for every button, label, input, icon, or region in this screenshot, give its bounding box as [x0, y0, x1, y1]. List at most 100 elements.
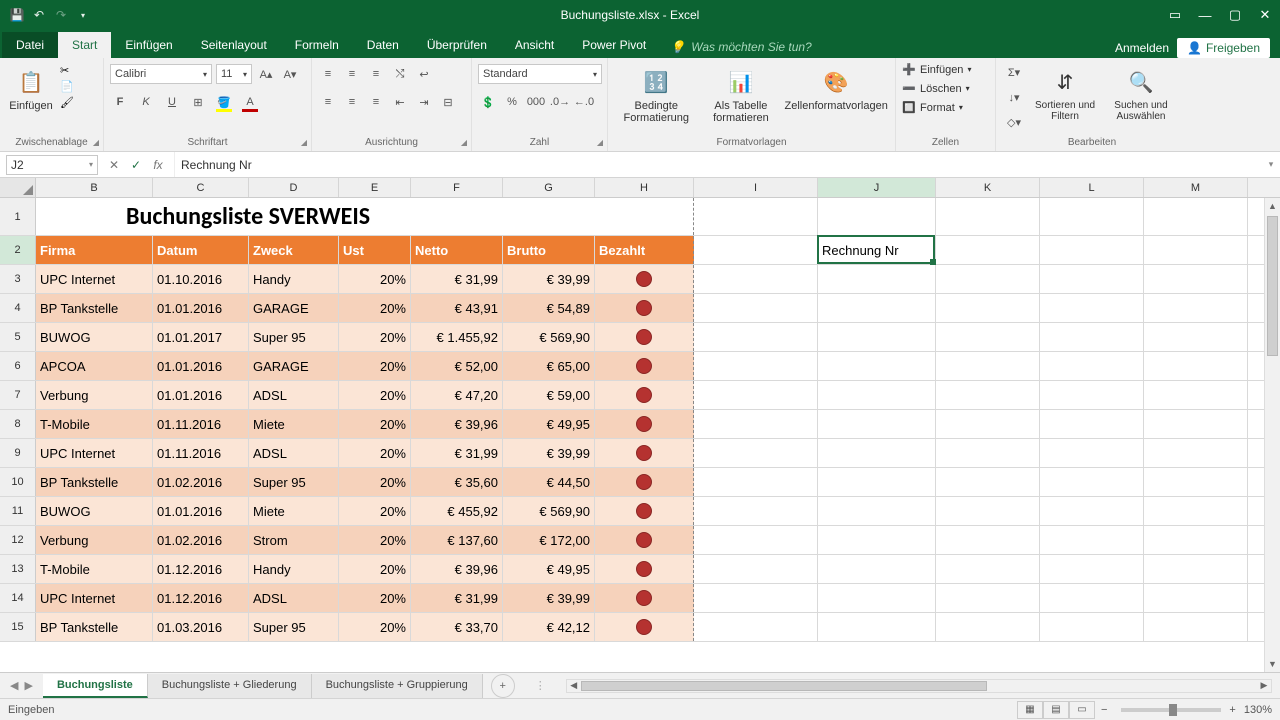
cell[interactable]: € 31,99 — [411, 584, 503, 612]
align-top-icon[interactable]: ≡ — [318, 64, 338, 84]
sort-filter-button[interactable]: ⇵ Sortieren und Filtern — [1030, 60, 1100, 122]
sheet-tab[interactable]: Buchungsliste + Gruppierung — [312, 674, 483, 698]
cell[interactable]: 20% — [339, 381, 411, 409]
cell[interactable]: BP Tankstelle — [36, 294, 153, 322]
cell[interactable]: € 137,60 — [411, 526, 503, 554]
cell[interactable]: € 39,96 — [411, 410, 503, 438]
cell[interactable]: € 43,91 — [411, 294, 503, 322]
dialog-launcher-icon[interactable]: ◢ — [301, 138, 307, 147]
row-header[interactable]: 1 — [0, 198, 36, 235]
merge-icon[interactable]: ⊟ — [438, 92, 458, 112]
scroll-up-icon[interactable]: ▲ — [1265, 198, 1280, 214]
increase-font-icon[interactable]: A▴ — [256, 64, 276, 84]
cell[interactable]: € 172,00 — [503, 526, 595, 554]
tab-ansicht[interactable]: Ansicht — [501, 32, 568, 58]
cell[interactable]: € 455,92 — [411, 497, 503, 525]
cell[interactable] — [595, 294, 694, 322]
col-header-G[interactable]: G — [503, 178, 595, 197]
cell[interactable]: 20% — [339, 613, 411, 641]
cell[interactable]: Handy — [249, 265, 339, 293]
cell[interactable] — [936, 198, 1040, 235]
cell[interactable] — [818, 526, 936, 554]
zoom-slider[interactable] — [1121, 708, 1221, 712]
cell[interactable]: 01.03.2016 — [153, 613, 249, 641]
cell[interactable] — [595, 439, 694, 467]
cell[interactable] — [818, 613, 936, 641]
cell[interactable] — [1040, 584, 1144, 612]
row-header[interactable]: 15 — [0, 613, 36, 641]
cell[interactable] — [936, 236, 1040, 264]
cell[interactable]: 20% — [339, 497, 411, 525]
tab-file[interactable]: Datei — [2, 32, 58, 58]
save-icon[interactable]: 💾 — [10, 8, 24, 22]
cell[interactable]: ADSL — [249, 439, 339, 467]
cell[interactable]: BUWOG — [36, 497, 153, 525]
cell[interactable]: UPC Internet — [36, 584, 153, 612]
cell[interactable] — [818, 265, 936, 293]
title-cell[interactable]: Buchungsliste SVERWEIS — [36, 198, 694, 235]
sheet-tab[interactable]: Buchungsliste — [43, 674, 148, 698]
cell[interactable]: UPC Internet — [36, 439, 153, 467]
conditional-format-button[interactable]: 🔢 Bedingte Formatierung — [614, 60, 699, 124]
cell[interactable]: 01.01.2016 — [153, 381, 249, 409]
col-header-F[interactable]: F — [411, 178, 503, 197]
cell[interactable] — [818, 323, 936, 351]
name-box[interactable]: J2▾ — [6, 155, 98, 175]
cell[interactable]: 01.12.2016 — [153, 555, 249, 583]
dialog-launcher-icon[interactable]: ◢ — [461, 138, 467, 147]
cell[interactable] — [818, 352, 936, 380]
cell[interactable] — [818, 294, 936, 322]
cell[interactable] — [936, 584, 1040, 612]
cell[interactable]: Netto — [411, 236, 503, 264]
col-header-I[interactable]: I — [694, 178, 818, 197]
comma-icon[interactable]: 000 — [526, 92, 546, 112]
cell[interactable]: T-Mobile — [36, 410, 153, 438]
cell[interactable] — [694, 555, 818, 583]
cell[interactable] — [1040, 555, 1144, 583]
cell[interactable] — [694, 265, 818, 293]
cell[interactable] — [936, 555, 1040, 583]
col-header-K[interactable]: K — [936, 178, 1040, 197]
cell[interactable] — [595, 613, 694, 641]
cell[interactable] — [936, 497, 1040, 525]
cell[interactable] — [1040, 468, 1144, 496]
font-name-combo[interactable]: Calibri▾ — [110, 64, 212, 84]
page-layout-button[interactable]: ▤ — [1043, 701, 1069, 719]
cell[interactable] — [694, 613, 818, 641]
percent-icon[interactable]: % — [502, 92, 522, 112]
minimize-button[interactable]: — — [1190, 0, 1220, 30]
cell[interactable] — [595, 555, 694, 583]
row-header[interactable]: 10 — [0, 468, 36, 496]
cell[interactable]: 01.12.2016 — [153, 584, 249, 612]
cell[interactable] — [936, 265, 1040, 293]
align-left-icon[interactable]: ≡ — [318, 92, 338, 112]
tell-me-search[interactable]: 💡 Was möchten Sie tun? — [660, 36, 821, 58]
cell[interactable]: € 35,60 — [411, 468, 503, 496]
tab-daten[interactable]: Daten — [353, 32, 413, 58]
copy-icon[interactable]: 📄 — [60, 80, 74, 93]
cell[interactable] — [818, 555, 936, 583]
cell[interactable] — [1040, 352, 1144, 380]
cell[interactable]: 01.01.2016 — [153, 497, 249, 525]
italic-button[interactable]: K — [136, 92, 156, 112]
cell[interactable]: € 52,00 — [411, 352, 503, 380]
cell[interactable] — [694, 198, 818, 235]
cell[interactable] — [1144, 323, 1248, 351]
cell[interactable] — [1040, 526, 1144, 554]
cell[interactable] — [595, 352, 694, 380]
cell[interactable]: 20% — [339, 294, 411, 322]
cell[interactable] — [694, 439, 818, 467]
cell[interactable]: Super 95 — [249, 468, 339, 496]
fill-icon[interactable]: ↓▾ — [1002, 87, 1026, 107]
cell[interactable] — [1040, 439, 1144, 467]
align-right-icon[interactable]: ≡ — [366, 92, 386, 112]
row-header[interactable]: 7 — [0, 381, 36, 409]
cell[interactable] — [1144, 352, 1248, 380]
undo-icon[interactable]: ↶ — [32, 8, 46, 22]
cell[interactable] — [818, 468, 936, 496]
cell[interactable]: € 39,96 — [411, 555, 503, 583]
cell[interactable]: Miete — [249, 410, 339, 438]
cell[interactable] — [1144, 236, 1248, 264]
cell[interactable]: T-Mobile — [36, 555, 153, 583]
cell[interactable] — [1040, 294, 1144, 322]
